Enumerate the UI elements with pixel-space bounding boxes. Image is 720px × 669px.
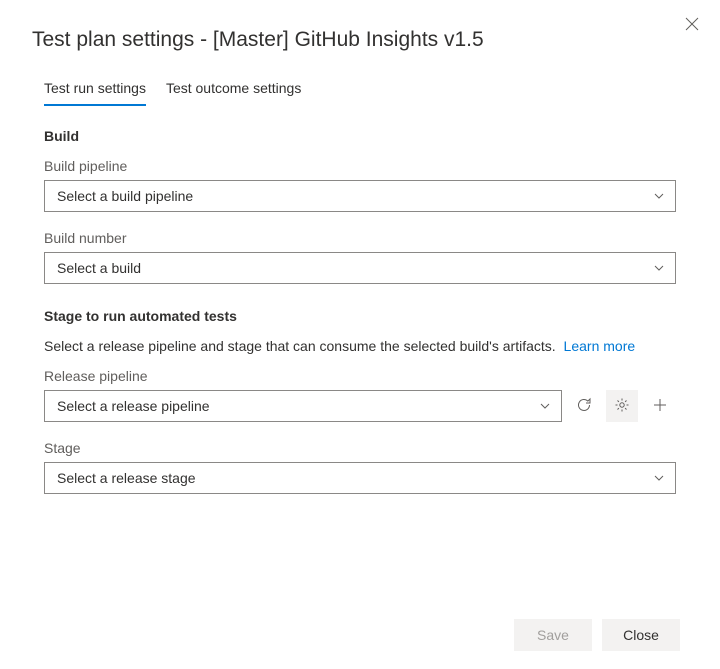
chevron-down-icon xyxy=(653,472,665,484)
build-number-value: Select a build xyxy=(57,260,141,276)
tab-test-run-settings[interactable]: Test run settings xyxy=(44,80,146,106)
stage-section: Stage to run automated tests Select a re… xyxy=(44,308,676,494)
chevron-down-icon xyxy=(539,400,551,412)
refresh-icon xyxy=(576,397,592,416)
stage-heading: Stage to run automated tests xyxy=(44,308,676,324)
stage-dropdown[interactable]: Select a release stage xyxy=(44,462,676,494)
plus-icon xyxy=(652,397,668,416)
dialog-title: Test plan settings - [Master] GitHub Ins… xyxy=(32,28,688,52)
tab-test-outcome-settings[interactable]: Test outcome settings xyxy=(166,80,301,106)
tabs: Test run settings Test outcome settings xyxy=(32,80,688,106)
build-number-label: Build number xyxy=(44,230,676,246)
close-icon[interactable] xyxy=(684,16,700,32)
build-pipeline-dropdown[interactable]: Select a build pipeline xyxy=(44,180,676,212)
learn-more-link[interactable]: Learn more xyxy=(564,338,636,354)
chevron-down-icon xyxy=(653,262,665,274)
release-pipeline-value: Select a release pipeline xyxy=(57,398,210,414)
build-number-dropdown[interactable]: Select a build xyxy=(44,252,676,284)
stage-description: Select a release pipeline and stage that… xyxy=(44,338,676,354)
build-section: Build Build pipeline Select a build pipe… xyxy=(44,128,676,284)
add-button[interactable] xyxy=(644,390,676,422)
settings-button[interactable] xyxy=(606,390,638,422)
build-pipeline-label: Build pipeline xyxy=(44,158,676,174)
tab-content: Build Build pipeline Select a build pipe… xyxy=(32,128,688,518)
build-pipeline-value: Select a build pipeline xyxy=(57,188,193,204)
chevron-down-icon xyxy=(653,190,665,202)
close-button[interactable]: Close xyxy=(602,619,680,651)
release-pipeline-dropdown[interactable]: Select a release pipeline xyxy=(44,390,562,422)
gear-icon xyxy=(614,397,630,416)
build-heading: Build xyxy=(44,128,676,144)
test-plan-settings-dialog: Test plan settings - [Master] GitHub Ins… xyxy=(0,0,720,669)
dialog-footer: Save Close xyxy=(32,603,688,669)
stage-field-label: Stage xyxy=(44,440,676,456)
stage-value: Select a release stage xyxy=(57,470,196,486)
save-button[interactable]: Save xyxy=(514,619,592,651)
release-pipeline-label: Release pipeline xyxy=(44,368,676,384)
refresh-button[interactable] xyxy=(568,390,600,422)
